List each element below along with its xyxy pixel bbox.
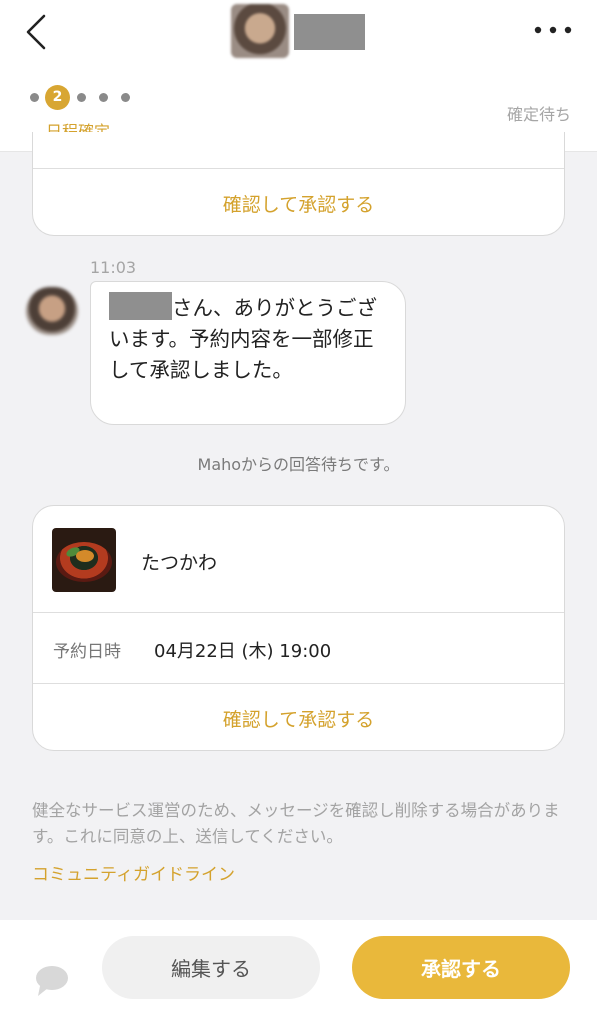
step-dot-active: 2 — [45, 85, 70, 110]
reservation-card: たつかわ 予約日時 04月22日 (木) 19:00 確認して承認する — [32, 505, 565, 751]
divider — [33, 168, 564, 169]
status-text: 確定待ち — [506, 105, 571, 124]
previous-reservation-card: 確認して承認する — [32, 132, 565, 236]
chevron-left-icon — [26, 14, 46, 50]
step-dot — [99, 93, 108, 102]
divider — [33, 612, 564, 613]
footer: 編集する 承認する — [0, 920, 597, 1024]
redacted-name — [294, 14, 365, 50]
step-dot — [30, 93, 39, 102]
approve-button[interactable]: 承認する — [352, 936, 570, 999]
message-time: 11:03 — [90, 258, 137, 277]
sender-avatar[interactable] — [26, 287, 78, 335]
waiting-note: Mahoからの回答待ちです。 — [197, 455, 400, 474]
shop-thumbnail[interactable] — [52, 528, 116, 592]
progress-steps: 2 — [30, 85, 150, 111]
food-image — [76, 550, 94, 562]
back-button[interactable] — [20, 12, 60, 52]
step-dot — [77, 93, 86, 102]
community-guideline-link[interactable]: コミュニティガイドライン — [32, 860, 235, 885]
confirm-approve-link[interactable]: 確認して承認する — [33, 705, 564, 732]
notice-area: 健全なサービス運営のため、メッセージを確認し削除する場合があります。これに同意の… — [0, 768, 597, 920]
datetime-value: 04月22日 (木) 19:00 — [154, 641, 332, 662]
more-icon — [534, 26, 572, 34]
shop-name[interactable]: たつかわ — [141, 548, 217, 575]
more-button[interactable] — [528, 14, 578, 44]
notice-text: 健全なサービス運営のため、メッセージを確認し削除する場合があります。これに同意の… — [32, 801, 560, 846]
confirm-approve-link[interactable]: 確認して承認する — [33, 190, 564, 217]
divider — [33, 683, 564, 684]
header: 2 日程確定 確定待ち — [0, 0, 597, 152]
edit-button[interactable]: 編集する — [102, 936, 320, 999]
redacted-name — [109, 292, 172, 320]
avatar[interactable] — [231, 4, 289, 58]
datetime-label: 予約日時 — [53, 642, 121, 662]
bowl-image — [56, 542, 112, 582]
chat-bubble-icon[interactable] — [32, 964, 72, 998]
step-dot — [121, 93, 130, 102]
